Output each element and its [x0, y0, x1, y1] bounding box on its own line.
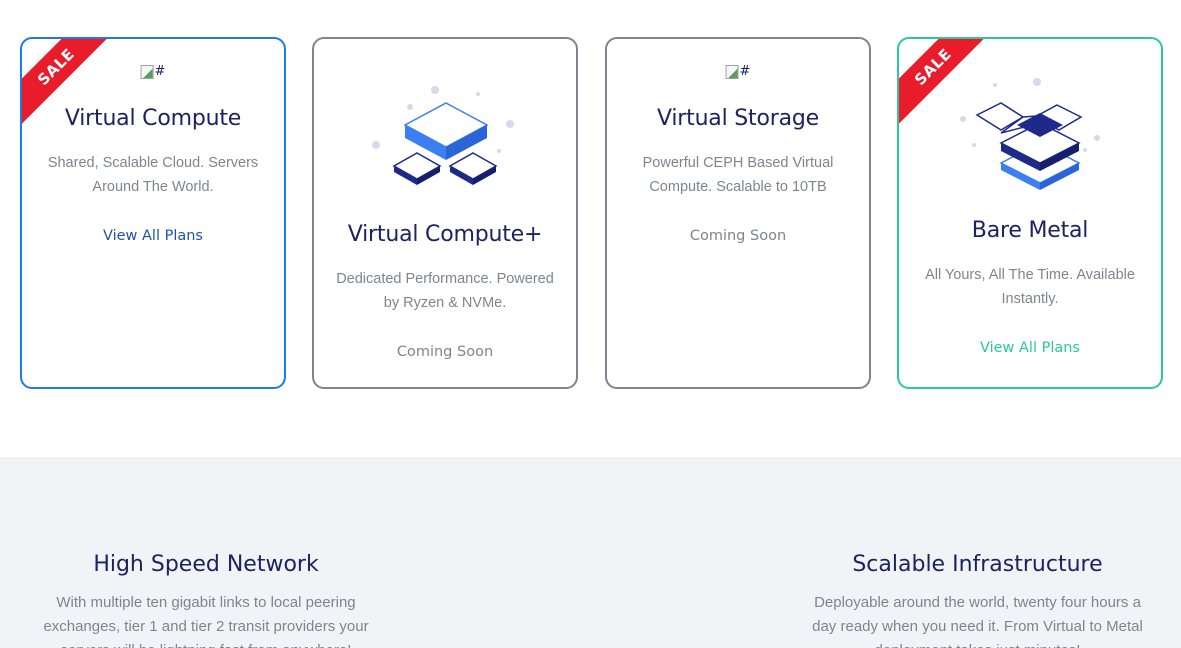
- feature-title: High Speed Network: [93, 552, 319, 577]
- feature-description: Deployable around the world, twenty four…: [812, 594, 1143, 648]
- card-description: Shared, Scalable Cloud. Servers Around T…: [47, 155, 259, 195]
- image-alt-text: #: [154, 64, 166, 79]
- card-title: Bare Metal: [971, 218, 1089, 243]
- coming-soon-link[interactable]: Coming Soon: [314, 344, 576, 360]
- card-virtual-storage: # Virtual Storage Powerful CEPH Based Vi…: [605, 37, 871, 389]
- plan-cards: SALE # Virtual Compute Shared, Scalable …: [20, 37, 1163, 389]
- card-title: Virtual Compute+: [347, 222, 543, 247]
- features-section: High Speed Network With multiple ten gig…: [0, 457, 1181, 648]
- feature-high-speed-network: High Speed Network With multiple ten gig…: [30, 552, 382, 648]
- coming-soon-link[interactable]: Coming Soon: [607, 228, 869, 244]
- broken-image-glyph: [140, 64, 154, 79]
- broken-image-glyph: [725, 64, 739, 79]
- bare-metal-illustration-icon: [960, 78, 1100, 190]
- view-all-plans-link[interactable]: View All Plans: [22, 228, 284, 244]
- image-alt-text: #: [739, 64, 751, 79]
- card-description: All Yours, All The Time. Available Insta…: [925, 267, 1135, 307]
- card-bare-metal: SALE Bare Metal All Yours, All The Time.…: [897, 37, 1163, 389]
- feature-description: With multiple ten gigabit links to local…: [43, 594, 369, 648]
- broken-image-icon: #: [725, 64, 751, 79]
- card-title: Virtual Storage: [657, 106, 819, 131]
- card-title: Virtual Compute: [64, 106, 242, 131]
- compute-plus-illustration-icon: [372, 86, 514, 185]
- card-description: Powerful CEPH Based Virtual Compute. Sca…: [642, 155, 834, 195]
- card-virtual-compute-plus: Virtual Compute+ Dedicated Performance. …: [312, 37, 578, 389]
- card-description: Dedicated Performance. Powered by Ryzen …: [336, 271, 554, 311]
- broken-image-icon: #: [140, 64, 166, 79]
- feature-scalable-infrastructure: Scalable Infrastructure Deployable aroun…: [800, 552, 1155, 648]
- card-virtual-compute: SALE # Virtual Compute Shared, Scalable …: [20, 37, 286, 389]
- view-all-plans-link[interactable]: View All Plans: [899, 340, 1161, 356]
- feature-title: Scalable Infrastructure: [852, 552, 1103, 577]
